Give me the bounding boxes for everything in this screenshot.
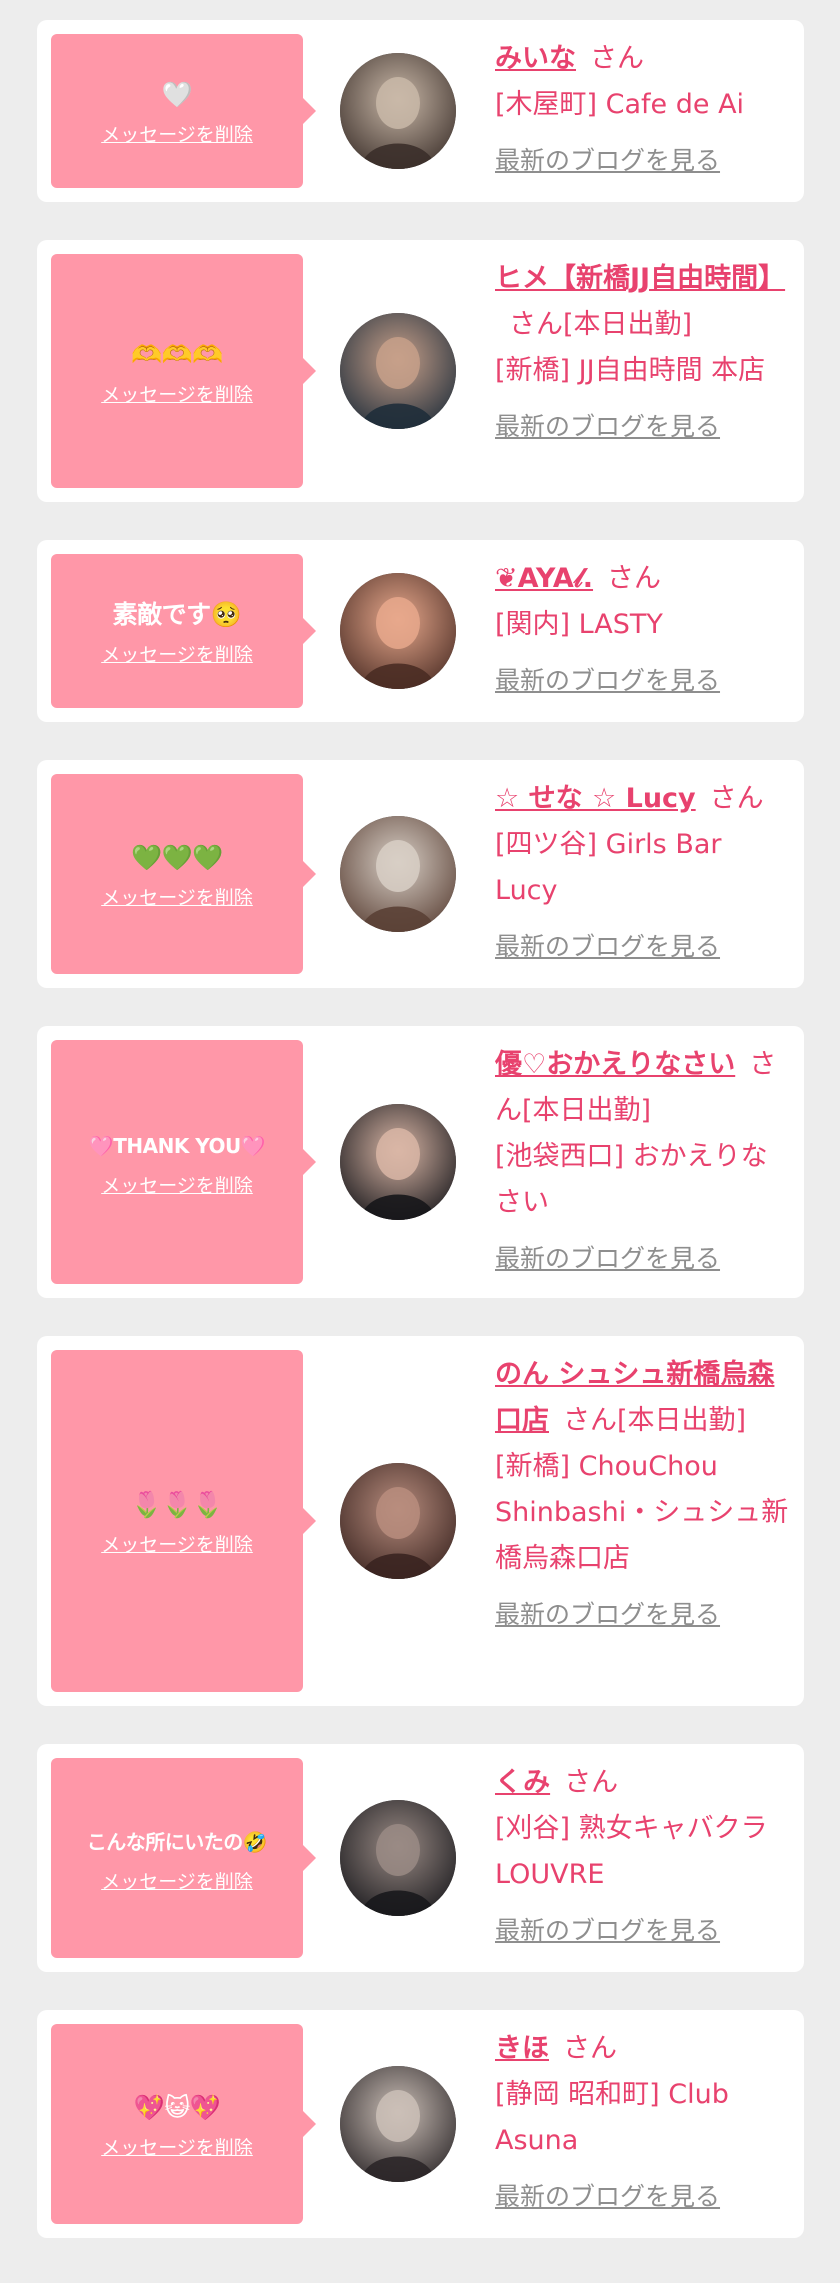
message-card: 🫶🫶🫶 メッセージを削除 ヒメ【新橋JJ自由時間】さん[本日出勤] [新橋] JJ自由… [37,240,804,502]
avatar[interactable] [340,1800,456,1916]
avatar[interactable] [340,2066,456,2182]
shop-name: [静岡 昭和町] Club Asuna [495,2079,729,2156]
avatar-photo [340,816,456,932]
cast-name-link[interactable]: 優♡おかえりなさい [495,1049,735,1080]
shop-name: [関内] LASTY [495,609,663,640]
avatar-photo [340,313,456,429]
cast-suffix: さん[本日出勤] [563,1405,747,1436]
cast-name-line: のん シュシュ新橋烏森口店 さん[本日出勤] [495,1352,790,1444]
cast-name-link[interactable]: きほ [495,2033,549,2064]
cast-name-line: きほ さん [495,2026,790,2072]
cast-name-line: 優♡おかえりなさい さん[本日出勤] [495,1042,790,1134]
cast-info: ❦AYA𝓁. さん [関内] LASTY 最新のブログを見る [495,540,804,720]
shop-name: [新橋] JJ自由時間 本店 [495,355,766,386]
message-bubble: 🤍 メッセージを削除 [51,34,316,188]
cast-info: 優♡おかえりなさい さん[本日出勤] [池袋西口] おかえりなさい最新のブログを見る [495,1026,804,1298]
latest-blog-link[interactable]: 最新のブログを見る [495,1908,720,1954]
avatar[interactable] [340,1463,456,1579]
cast-info: ヒメ【新橋JJ自由時間】さん[本日出勤] [新橋] JJ自由時間 本店最新のブログ… [495,240,804,466]
shop-name: [木屋町] Cafe de Ai [495,89,745,120]
message-text: こんな所にいたの🤣 [86,1829,268,1854]
cast-name-link[interactable]: ヒメ【新橋JJ自由時間】 [495,263,785,294]
delete-message-link[interactable]: メッセージを削除 [101,1171,253,1198]
cast-info: きほ さん [静岡 昭和町] Club Asuna 最新のブログを見る [495,2010,804,2236]
cast-suffix: さん [607,563,662,594]
cast-suffix: さん[本日出勤] [509,309,693,340]
shop-name: [池袋西口] おかえりなさい [495,1141,768,1218]
avatar[interactable] [340,816,456,932]
delete-message-link[interactable]: メッセージを削除 [101,120,253,147]
cast-name-link[interactable]: くみ [495,1767,550,1798]
avatar[interactable] [340,573,456,689]
avatar[interactable] [340,53,456,169]
shop-name: [刈谷] 熟女キャバクラ LOUVRE [495,1813,768,1890]
avatar-photo [340,2066,456,2182]
latest-blog-link[interactable]: 最新のブログを見る [495,2174,720,2220]
message-bubble: 🌷🌷🌷 メッセージを削除 [51,1350,316,1692]
latest-blog-link[interactable]: 最新のブログを見る [495,404,720,450]
delete-message-link[interactable]: メッセージを削除 [101,883,253,910]
message-card: 🩷THANK YOU🩷 メッセージを削除 優♡おかえりなさい さん[本日出勤] [池袋西… [37,1026,804,1298]
cast-name-line: ❦AYA𝓁. さん [495,556,790,602]
latest-blog-link[interactable]: 最新のブログを見る [495,1592,720,1638]
cast-name-line: みいな さん [495,36,790,82]
cast-name-line: ヒメ【新橋JJ自由時間】さん[本日出勤] [495,256,790,348]
message-card: 素敵です🥺 メッセージを削除 ❦AYA𝓁. さん [関内] LASTY 最新のブログを見る [37,540,804,722]
latest-blog-link[interactable]: 最新のブログを見る [495,1236,720,1282]
message-text: 素敵です🥺 [112,599,242,629]
avatar-photo [340,573,456,689]
delete-message-link[interactable]: メッセージを削除 [101,640,253,667]
avatar-photo [340,1800,456,1916]
shop-name: [四ツ谷] Girls Bar Lucy [495,829,722,906]
latest-blog-link[interactable]: 最新のブログを見る [495,138,720,184]
message-text: 🤍 [161,79,193,109]
message-bubble: こんな所にいたの🤣 メッセージを削除 [51,1758,316,1958]
avatar-photo [340,1104,456,1220]
avatar-photo [340,1463,456,1579]
message-text: 🌷🌷🌷 [131,1489,223,1519]
cast-info: のん シュシュ新橋烏森口店 さん[本日出勤] [新橋] ChouChou Shinb… [495,1336,804,1654]
message-bubble: 🩷THANK YOU🩷 メッセージを削除 [51,1040,316,1284]
cast-info: くみ さん [刈谷] 熟女キャバクラ LOUVRE 最新のブログを見る [495,1744,804,1970]
message-bubble: 💖😺💖 メッセージを削除 [51,2024,316,2224]
message-text: 🫶🫶🫶 [131,339,223,369]
cast-info: みいな さん [木屋町] Cafe de Ai 最新のブログを見る [495,20,804,200]
cast-name-link[interactable]: ❦AYA𝓁. [495,563,593,594]
message-bubble: 素敵です🥺 メッセージを削除 [51,554,316,708]
delete-message-link[interactable]: メッセージを削除 [101,1867,253,1894]
message-card: 💚💚💚 メッセージを削除 ☆ せな ☆ Lucy さん [四ツ谷] Girls Bar … [37,760,804,988]
cast-name-link[interactable]: みいな [495,43,576,74]
avatar-photo [340,53,456,169]
message-bubble: 💚💚💚 メッセージを削除 [51,774,316,974]
delete-message-link[interactable]: メッセージを削除 [101,2133,253,2160]
cast-info: ☆ せな ☆ Lucy さん [四ツ谷] Girls Bar Lucy 最新のブログを… [495,760,804,986]
avatar[interactable] [340,1104,456,1220]
message-list: 🤍 メッセージを削除 みいな さん [木屋町] Cafe de Ai 最新のブログを見る 🫶… [37,20,804,2276]
message-text: 💖😺💖 [133,2092,221,2122]
cast-suffix: さん [590,43,644,74]
avatar[interactable] [340,313,456,429]
message-card: 💖😺💖 メッセージを削除 きほ さん [静岡 昭和町] Club Asuna 最新のブログ… [37,2010,804,2238]
message-card: 🌷🌷🌷 メッセージを削除 のん シュシュ新橋烏森口店 さん[本日出勤] [新橋] Cho… [37,1336,804,1706]
message-text: 💚💚💚 [131,842,223,872]
shop-name: [新橋] ChouChou Shinbashi・シュシュ新橋烏森口店 [495,1451,789,1574]
message-text: 🩷THANK YOU🩷 [88,1133,266,1158]
message-bubble: 🫶🫶🫶 メッセージを削除 [51,254,316,488]
delete-message-link[interactable]: メッセージを削除 [101,380,253,407]
latest-blog-link[interactable]: 最新のブログを見る [495,924,720,970]
cast-suffix: さん [564,1767,619,1798]
message-card: こんな所にいたの🤣 メッセージを削除 くみ さん [刈谷] 熟女キャバクラ LOUVRE… [37,1744,804,1972]
cast-name-link[interactable]: ☆ せな ☆ Lucy [495,783,696,814]
message-card: 🤍 メッセージを削除 みいな さん [木屋町] Cafe de Ai 最新のブログを見る [37,20,804,202]
cast-name-line: ☆ せな ☆ Lucy さん [495,776,790,822]
cast-suffix: さん [563,2033,617,2064]
delete-message-link[interactable]: メッセージを削除 [101,1530,253,1557]
latest-blog-link[interactable]: 最新のブログを見る [495,658,720,704]
cast-name-line: くみ さん [495,1760,790,1806]
cast-suffix: さん [709,783,764,814]
